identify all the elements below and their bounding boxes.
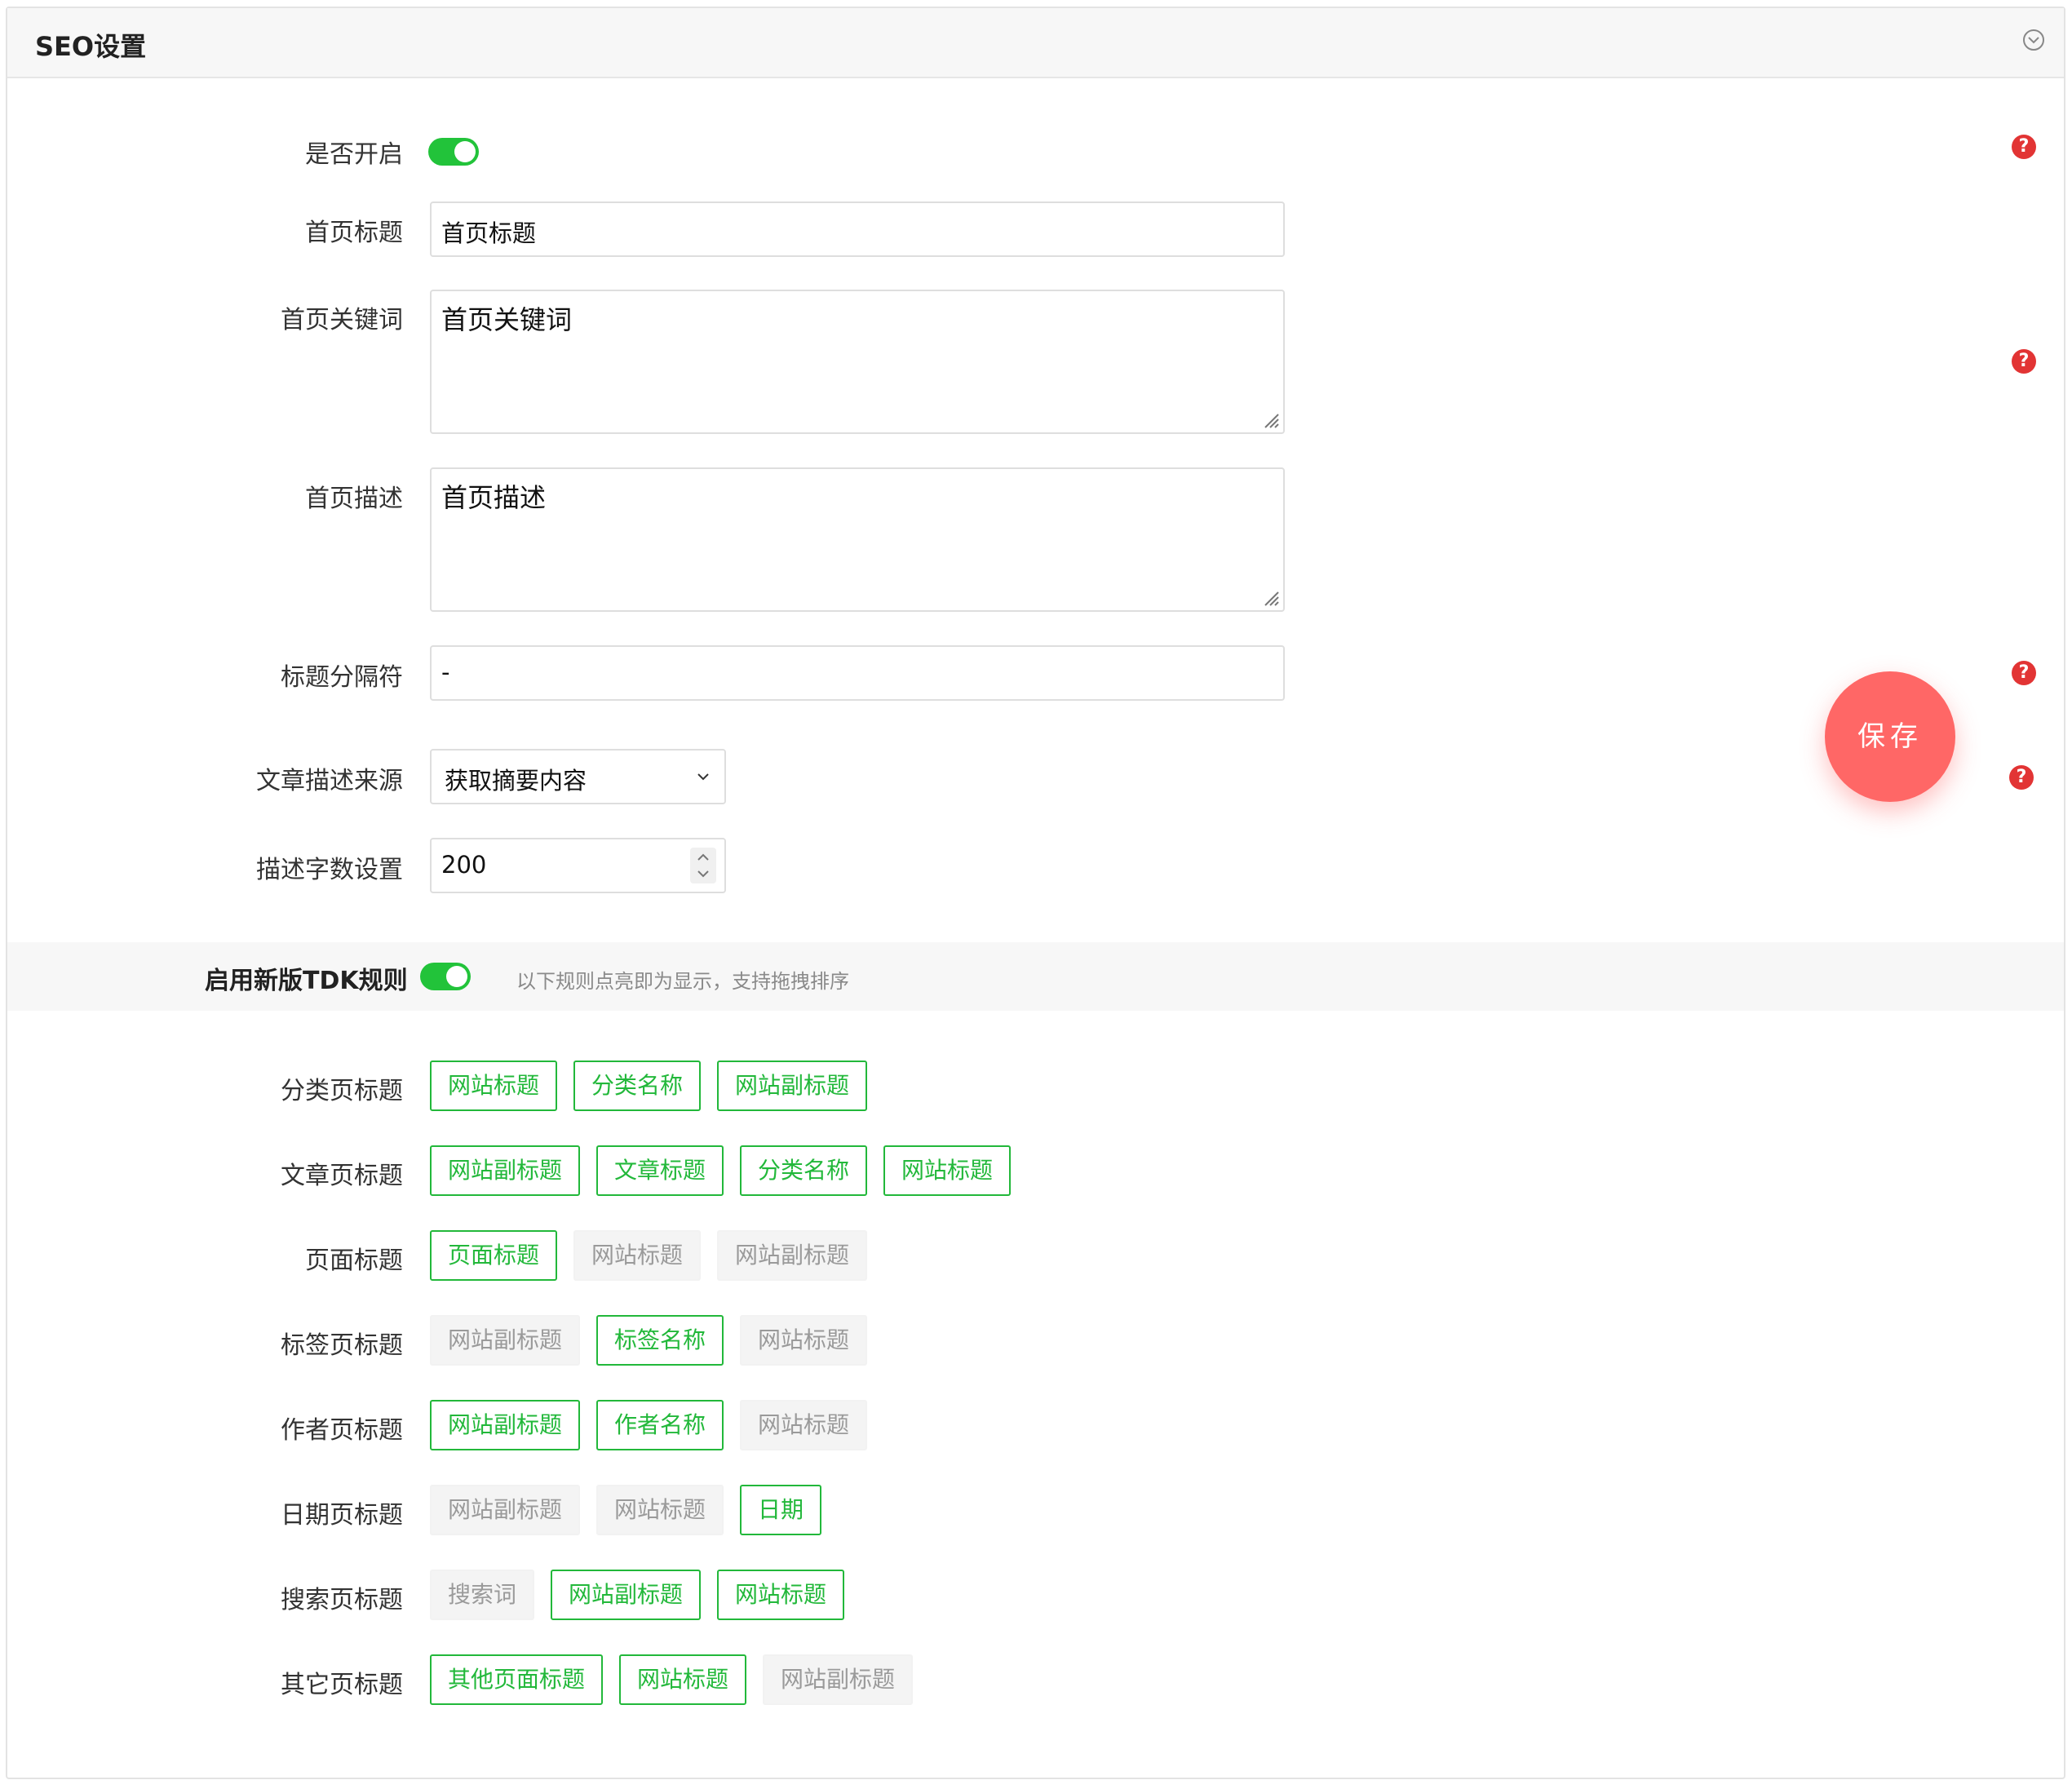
rule-chip[interactable]: 网站标题 [619,1654,746,1705]
rule-chip[interactable]: 网站副标题 [763,1654,913,1705]
chevron-down-circle-icon[interactable] [2021,28,2046,52]
rule-chip[interactable]: 日期 [740,1485,821,1535]
home-description-value: 首页描述 [441,482,547,513]
question-icon[interactable]: ? [2012,661,2036,685]
rule-chip[interactable]: 标签名称 [596,1315,724,1366]
tdk-toggle[interactable] [420,963,471,990]
rule-chip[interactable]: 网站副标题 [717,1230,867,1281]
home-title-input[interactable]: 首页标题 [430,201,1285,257]
rule-chip[interactable]: 网站副标题 [430,1315,580,1366]
resize-handle-icon[interactable] [1260,587,1280,607]
enabled-toggle[interactable] [428,138,479,166]
rule-chip[interactable]: 分类名称 [573,1061,701,1111]
rule-chip[interactable]: 作者名称 [596,1400,724,1450]
desc-source-select[interactable]: 获取摘要内容 [430,749,726,804]
enabled-label: 是否开启 [305,140,403,169]
desc-source-value: 获取摘要内容 [445,767,587,795]
tdk-title: 启用新版TDK规则 [205,967,408,995]
rule-label: 搜索页标题 [281,1586,403,1614]
home-description-label: 首页描述 [305,485,403,513]
desc-length-label: 描述字数设置 [256,856,403,884]
home-keywords-value: 首页关键词 [441,304,573,335]
home-title-label: 首页标题 [305,219,403,247]
rule-chip[interactable]: 网站标题 [740,1400,867,1450]
rule-chip[interactable]: 网站副标题 [430,1145,580,1196]
rule-chip[interactable]: 网站标题 [596,1485,724,1535]
rule-chip[interactable]: 网站标题 [740,1315,867,1366]
title-separator-input[interactable]: - [430,645,1285,701]
rule-chip[interactable]: 页面标题 [430,1230,557,1281]
rule-chip[interactable]: 网站副标题 [717,1061,867,1111]
rule-chip[interactable]: 网站标题 [883,1145,1011,1196]
rule-label: 作者页标题 [281,1416,403,1445]
panel-title: SEO设置 [35,31,147,62]
chevron-down-icon [697,773,709,781]
rule-chip[interactable]: 分类名称 [740,1145,867,1196]
rule-chip[interactable]: 搜索词 [430,1570,534,1620]
question-icon[interactable]: ? [2012,349,2036,374]
home-title-value: 首页标题 [441,219,537,247]
rule-chip[interactable]: 网站副标题 [551,1570,701,1620]
question-icon[interactable]: ? [2009,765,2034,790]
panel-header: SEO设置 [7,8,2064,78]
tdk-section-header: 启用新版TDK规则 以下规则点亮即为显示，支持拖拽排序 [7,942,2064,1011]
rule-chip[interactable]: 网站副标题 [430,1485,580,1535]
home-description-textarea[interactable]: 首页描述 [430,467,1285,612]
rule-chip[interactable]: 网站标题 [430,1061,557,1111]
desc-length-input[interactable]: 200 [430,838,726,893]
rule-chip[interactable]: 其他页面标题 [430,1654,603,1705]
title-separator-value: - [441,658,450,686]
home-keywords-textarea[interactable]: 首页关键词 [430,290,1285,434]
tdk-hint: 以下规则点亮即为显示，支持拖拽排序 [516,970,849,993]
rule-chip[interactable]: 网站标题 [573,1230,701,1281]
rule-label: 其它页标题 [281,1671,403,1699]
rule-chip[interactable]: 网站标题 [717,1570,844,1620]
save-button[interactable]: 保存 [1825,671,1955,802]
desc-source-label: 文章描述来源 [256,767,403,795]
question-icon[interactable]: ? [2012,135,2036,159]
rule-label: 文章页标题 [281,1162,403,1190]
rule-label: 分类页标题 [281,1077,403,1105]
rule-chip[interactable]: 网站副标题 [430,1400,580,1450]
rule-chip[interactable]: 文章标题 [596,1145,724,1196]
stepper-icon[interactable] [690,848,716,883]
resize-handle-icon[interactable] [1260,410,1280,429]
desc-length-value: 200 [441,851,487,879]
rule-label: 日期页标题 [281,1501,403,1530]
home-keywords-label: 首页关键词 [281,306,403,334]
rule-label: 标签页标题 [281,1331,403,1360]
rule-label: 页面标题 [305,1247,403,1275]
title-separator-label: 标题分隔符 [281,663,403,692]
